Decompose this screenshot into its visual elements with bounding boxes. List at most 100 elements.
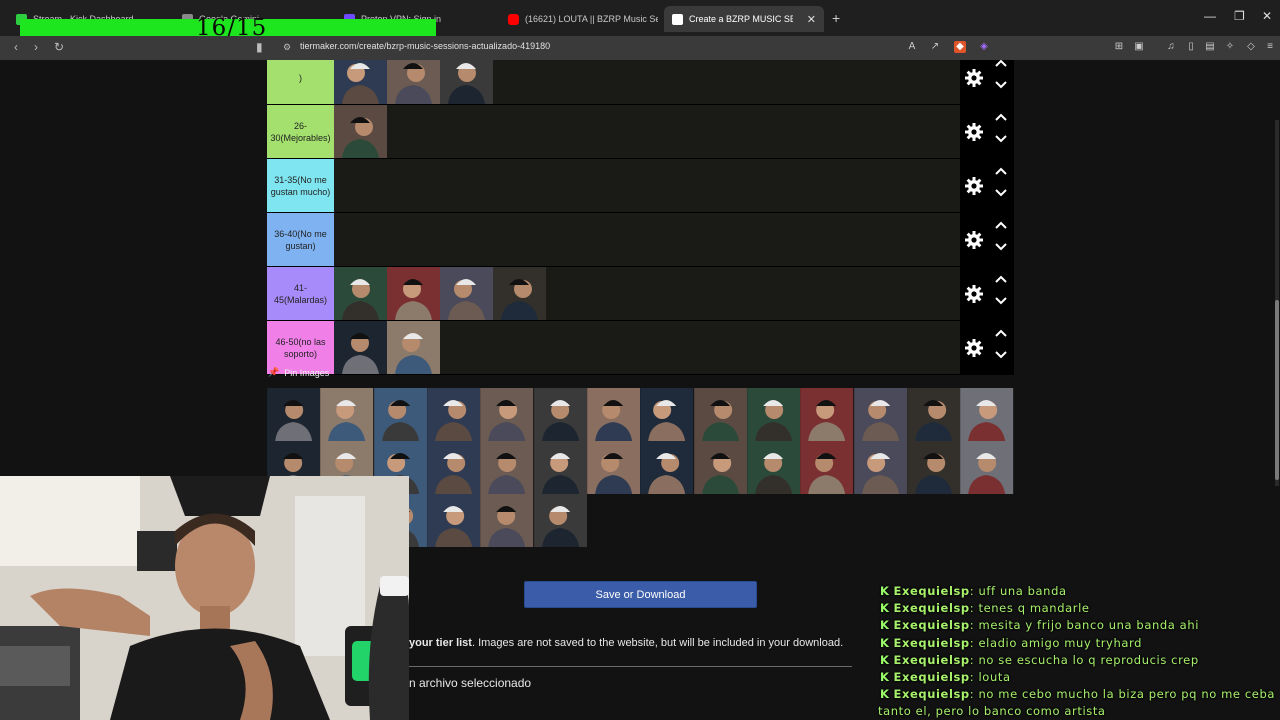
artist-thumbnail[interactable] bbox=[533, 388, 587, 441]
file-input-status[interactable]: n archivo seleccionado bbox=[409, 676, 531, 690]
vpn-icon[interactable]: ◈ bbox=[978, 41, 990, 53]
artist-thumbnail[interactable] bbox=[427, 494, 481, 547]
artist-thumbnail[interactable] bbox=[747, 388, 801, 441]
artist-thumbnail[interactable] bbox=[533, 494, 587, 547]
move-down-icon[interactable] bbox=[995, 81, 1007, 89]
gear-icon[interactable] bbox=[964, 284, 984, 304]
tier-label[interactable]: 36-40(No me gustan) bbox=[267, 213, 334, 266]
tier-items[interactable] bbox=[334, 159, 1014, 212]
artist-thumbnail[interactable] bbox=[960, 441, 1014, 494]
artist-thumbnail[interactable] bbox=[267, 388, 321, 441]
artist-thumbnail[interactable] bbox=[853, 441, 907, 494]
move-down-icon[interactable] bbox=[995, 297, 1007, 305]
vpn-shield-icon[interactable]: ◇ bbox=[1245, 41, 1257, 53]
artist-thumbnail[interactable] bbox=[853, 388, 907, 441]
move-up-icon[interactable] bbox=[995, 329, 1007, 337]
extensions-icon[interactable]: ⊞ bbox=[1113, 41, 1125, 53]
artist-thumbnail[interactable] bbox=[320, 388, 374, 441]
artist-thumbnail[interactable] bbox=[427, 441, 481, 494]
artist-thumbnail[interactable] bbox=[334, 321, 387, 374]
tier-items[interactable] bbox=[334, 267, 1014, 320]
share-icon[interactable]: ↗ bbox=[929, 41, 941, 53]
artist-thumbnail[interactable] bbox=[427, 388, 481, 441]
move-down-icon[interactable] bbox=[995, 135, 1007, 143]
artist-thumbnail[interactable] bbox=[387, 321, 440, 374]
tier-controls bbox=[960, 267, 1014, 320]
sidebar-icon[interactable]: ▯ bbox=[1185, 41, 1197, 53]
site-info-icon[interactable]: ⚙ bbox=[283, 42, 291, 53]
artist-thumbnail[interactable] bbox=[334, 105, 387, 158]
move-down-icon[interactable] bbox=[995, 243, 1007, 251]
reload-icon[interactable]: ↻ bbox=[54, 40, 64, 54]
gear-icon[interactable] bbox=[964, 338, 984, 358]
tier-label[interactable]: ) bbox=[267, 60, 334, 104]
forward-icon[interactable]: › bbox=[34, 40, 38, 54]
wallet-icon[interactable]: ▤ bbox=[1204, 41, 1216, 53]
tier-label[interactable]: 31-35(No me gustan mucho) bbox=[267, 159, 334, 212]
brave-shield-icon[interactable]: ◆ bbox=[954, 41, 966, 53]
music-icon[interactable]: ♫ bbox=[1165, 41, 1177, 53]
artist-thumbnail[interactable] bbox=[693, 388, 747, 441]
artist-thumbnail[interactable] bbox=[907, 441, 961, 494]
artist-thumbnail[interactable] bbox=[533, 441, 587, 494]
leo-icon[interactable]: ✧ bbox=[1224, 41, 1236, 53]
gear-icon[interactable] bbox=[964, 122, 984, 142]
artist-thumbnail[interactable] bbox=[587, 441, 641, 494]
move-up-icon[interactable] bbox=[995, 167, 1007, 175]
move-up-icon[interactable] bbox=[995, 60, 1007, 67]
move-up-icon[interactable] bbox=[995, 275, 1007, 283]
new-tab-icon[interactable]: + bbox=[832, 10, 840, 26]
artist-thumbnail[interactable] bbox=[387, 60, 440, 104]
save-download-button[interactable]: Save or Download bbox=[524, 581, 757, 608]
gear-icon[interactable] bbox=[964, 176, 984, 196]
tier-items[interactable] bbox=[334, 60, 1014, 104]
close-icon[interactable]: ✕ bbox=[807, 13, 816, 26]
artist-thumbnail[interactable] bbox=[747, 441, 801, 494]
artist-thumbnail[interactable] bbox=[334, 267, 387, 320]
artist-thumbnail[interactable] bbox=[587, 388, 641, 441]
artist-thumbnail[interactable] bbox=[907, 388, 961, 441]
tab-tiermaker[interactable]: Create a BZRP MUSIC SESSIONS ✕ bbox=[664, 6, 824, 32]
tier-label[interactable]: 41-45(Malardas) bbox=[267, 267, 334, 320]
move-down-icon[interactable] bbox=[995, 189, 1007, 197]
artist-thumbnail[interactable] bbox=[800, 441, 854, 494]
kick-badge-icon: K bbox=[880, 687, 890, 702]
minimize-icon[interactable]: — bbox=[1204, 9, 1216, 23]
kick-badge-icon: K bbox=[880, 652, 890, 667]
artist-thumbnail[interactable] bbox=[440, 60, 493, 104]
tier-items[interactable] bbox=[334, 321, 1014, 374]
artist-thumbnail[interactable] bbox=[960, 388, 1014, 441]
move-up-icon[interactable] bbox=[995, 113, 1007, 121]
artist-thumbnail[interactable] bbox=[480, 441, 534, 494]
url-field[interactable]: tiermaker.com/create/bzrp-music-sessions… bbox=[300, 41, 550, 51]
pin-images-header[interactable]: 📌 Pin Images bbox=[268, 367, 329, 378]
bookmark-icon[interactable]: ▮ bbox=[256, 40, 263, 54]
artist-thumbnail[interactable] bbox=[334, 60, 387, 104]
gear-icon[interactable] bbox=[964, 68, 984, 88]
gear-icon[interactable] bbox=[964, 230, 984, 250]
notice-bold: your tier list bbox=[409, 637, 472, 649]
artist-thumbnail[interactable] bbox=[480, 494, 534, 547]
artist-thumbnail[interactable] bbox=[640, 388, 694, 441]
screenshot-icon[interactable]: ▣ bbox=[1133, 41, 1145, 53]
artist-thumbnail[interactable] bbox=[493, 267, 546, 320]
artist-thumbnail[interactable] bbox=[373, 388, 427, 441]
artist-thumbnail[interactable] bbox=[480, 388, 534, 441]
menu-icon[interactable]: ≡ bbox=[1264, 41, 1276, 53]
restore-icon[interactable]: ❐ bbox=[1234, 9, 1245, 23]
artist-thumbnail[interactable] bbox=[693, 441, 747, 494]
translate-icon[interactable]: A bbox=[906, 41, 918, 53]
window-close-icon[interactable]: ✕ bbox=[1262, 9, 1272, 23]
artist-thumbnail[interactable] bbox=[440, 267, 493, 320]
artist-thumbnail[interactable] bbox=[800, 388, 854, 441]
move-up-icon[interactable] bbox=[995, 221, 1007, 229]
tier-items[interactable] bbox=[334, 213, 1014, 266]
tier-label[interactable]: 26-30(Mejorables) bbox=[267, 105, 334, 158]
back-icon[interactable]: ‹ bbox=[14, 40, 18, 54]
page-scrollbar[interactable] bbox=[1275, 120, 1279, 486]
move-down-icon[interactable] bbox=[995, 351, 1007, 359]
artist-thumbnail[interactable] bbox=[387, 267, 440, 320]
artist-thumbnail[interactable] bbox=[640, 441, 694, 494]
tier-items[interactable] bbox=[334, 105, 1014, 158]
tab-youtube[interactable]: (16621) LOUTA || BZRP Music Session bbox=[508, 8, 658, 30]
